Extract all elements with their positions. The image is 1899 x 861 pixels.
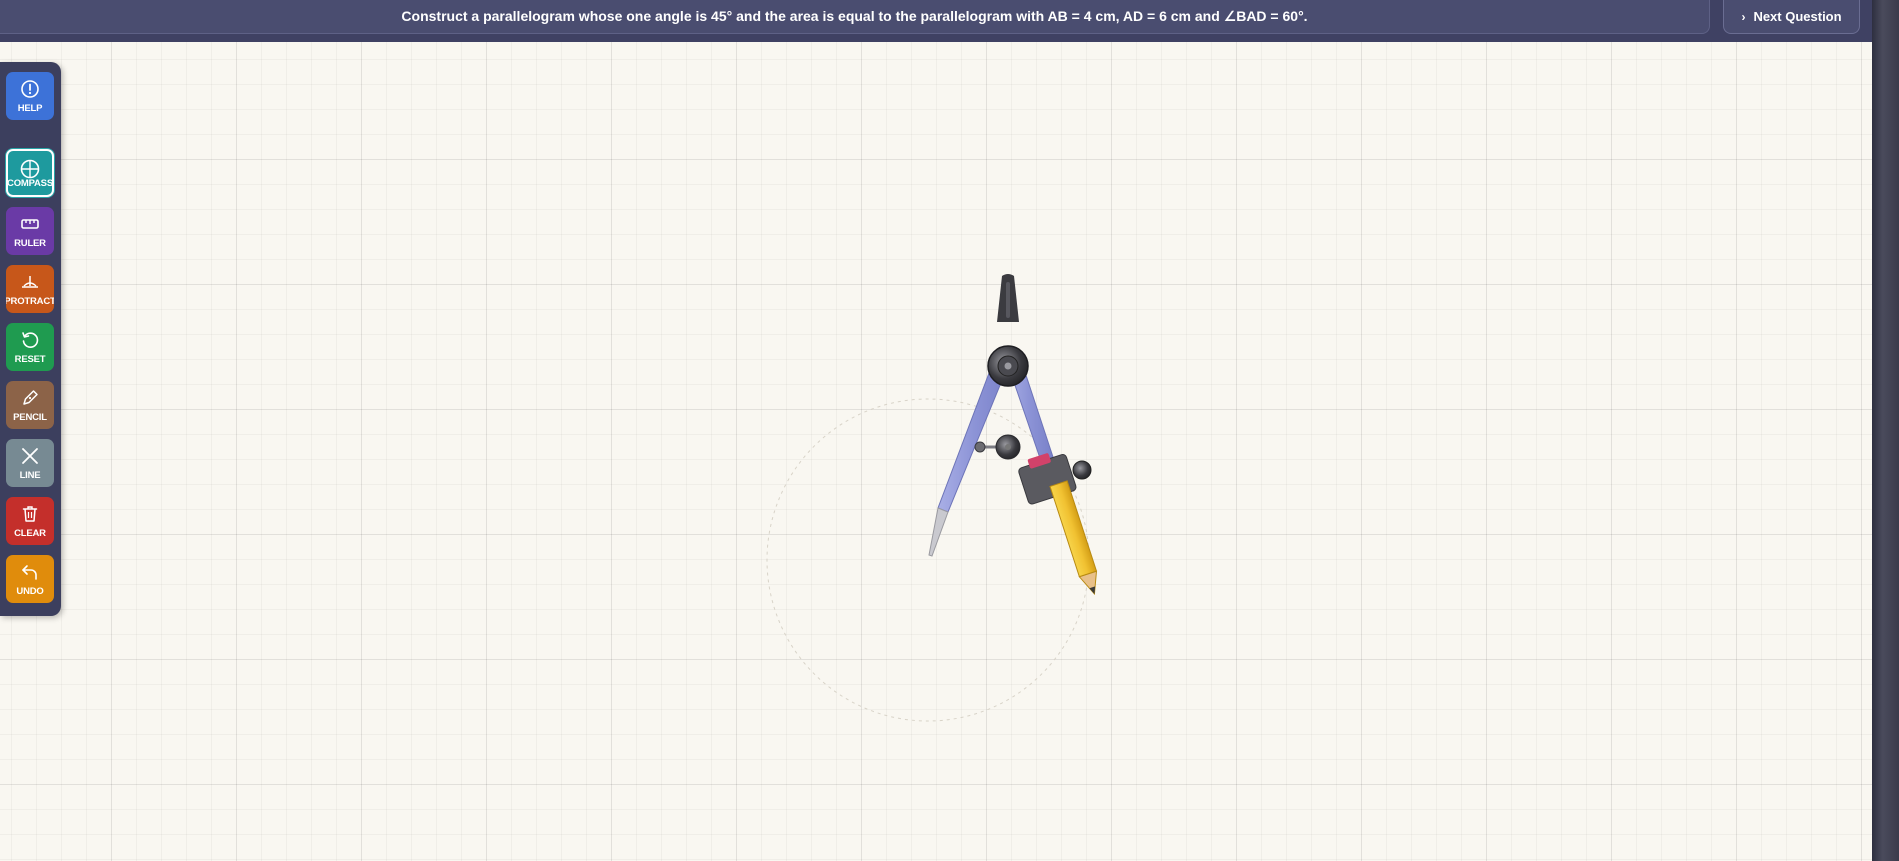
drawing-canvas[interactable] [0,42,1872,861]
compass-tool-svg [766,274,1098,722]
pencil-body [1049,480,1098,578]
protractor-button[interactable]: PROTRACT [6,265,54,313]
ruler-label: RULER [14,238,46,249]
clamp-screw [1072,460,1092,480]
compass-button[interactable]: COMPASS [6,149,54,197]
compass-handle-highlight [1006,282,1010,318]
tool-sidebar: HELP COMPASS RULER PROTRACT RESET PENCIL… [0,62,61,616]
undo-label: UNDO [16,586,44,597]
compass-crossbar-knob-left [974,441,986,453]
pencil-label: PENCIL [13,412,47,423]
protractor-label: PROTRACT [6,296,54,307]
compass-hub-center [1004,362,1012,370]
undo-button[interactable]: UNDO [6,555,54,603]
protractor-icon [22,276,38,288]
reset-icon [22,332,39,348]
ruler-button[interactable]: RULER [6,207,54,255]
compass-crossbar-knob-center [1005,444,1011,450]
clear-label: CLEAR [14,528,46,539]
help-label: HELP [17,103,43,114]
compass-needle-tip [928,507,949,557]
help-icon [21,80,39,98]
compass-icon [20,159,40,179]
trash-icon [22,506,38,522]
next-question-button[interactable]: › Next Question [1723,0,1860,34]
reset-button[interactable]: RESET [6,323,54,371]
window-edge [1872,0,1899,861]
line-icon [22,448,38,464]
help-button[interactable]: HELP [6,72,54,120]
next-question-label: Next Question [1753,9,1842,24]
question-banner: Construct a parallelogram whose one angl… [0,0,1710,34]
clear-button[interactable]: CLEAR [6,497,54,545]
question-text: Construct a parallelogram whose one angl… [401,8,1308,24]
ruler-icon [21,219,39,229]
pencil-button[interactable]: PENCIL [6,381,54,429]
line-label: LINE [19,470,41,481]
top-bar: Construct a parallelogram whose one angl… [0,0,1872,42]
pencil-icon [23,390,38,405]
line-button[interactable]: LINE [6,439,54,487]
undo-icon [22,565,37,580]
chevron-right-icon: › [1741,9,1746,24]
reset-label: RESET [14,354,46,365]
